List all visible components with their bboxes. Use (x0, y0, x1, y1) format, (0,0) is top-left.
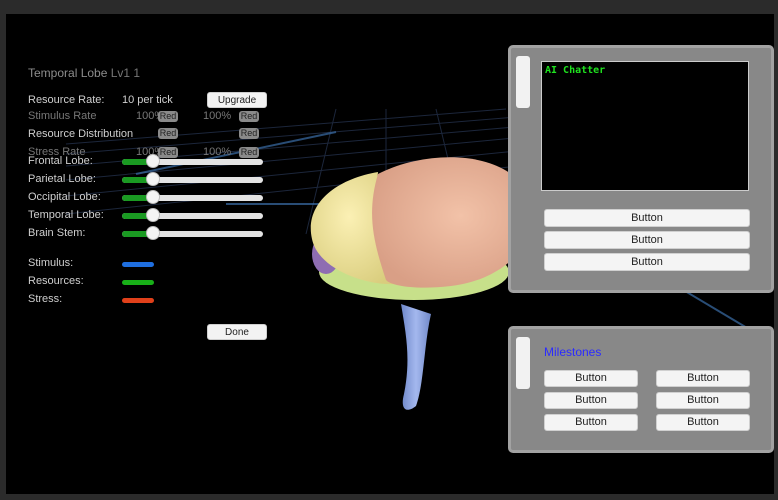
milestone-button[interactable]: Button (544, 392, 638, 409)
level-text: Lv1 1 (110, 66, 141, 80)
upgrade-button[interactable]: Upgrade (207, 92, 267, 108)
legend-label: Stress: (28, 293, 63, 305)
milestones-panel-handle[interactable] (516, 337, 530, 389)
chat-action-button[interactable]: Button (544, 231, 750, 249)
chat-log[interactable]: AI Chatter (541, 61, 749, 191)
chat-panel-handle[interactable] (516, 56, 530, 108)
legend-swatch (122, 280, 154, 285)
stress-rate-red-button-2[interactable]: Red (239, 147, 259, 158)
stress-rate-percent-2: 100% (203, 146, 232, 158)
resource-distribution-label: Resource Distribution (28, 128, 134, 140)
lobe-title: Temporal Lobe Lv1 1 (28, 66, 141, 80)
distribution-slider[interactable] (122, 154, 263, 168)
milestone-button[interactable]: Button (544, 414, 638, 431)
slider-knob[interactable] (146, 190, 161, 204)
distribution-slider[interactable] (122, 172, 263, 186)
distribution-red-button[interactable]: Red (158, 128, 178, 139)
chat-title: AI Chatter (545, 65, 606, 76)
legend-label: Resources: (28, 275, 84, 287)
game-viewport: Temporal Lobe Lv1 1 Resource Rate: 10 pe… (6, 14, 774, 494)
slider-label: Temporal Lobe: (28, 209, 104, 221)
distribution-slider[interactable] (122, 190, 263, 204)
resource-rate-label: Resource Rate: (28, 94, 105, 106)
legend-swatch (122, 262, 154, 267)
milestones-title: Milestones (544, 345, 602, 359)
chat-panel: AI Chatter Button Button Button (508, 45, 774, 293)
stimulus-rate-percent-2: 100% (203, 110, 232, 122)
milestone-button[interactable]: Button (656, 414, 750, 431)
distribution-slider[interactable] (122, 208, 263, 222)
slider-knob[interactable] (146, 154, 161, 168)
distribution-slider[interactable] (122, 226, 263, 240)
milestone-button[interactable]: Button (656, 370, 750, 387)
milestones-panel: Milestones Button Button Button Button Butto… (508, 326, 774, 453)
done-button[interactable]: Done (207, 324, 267, 340)
slider-label: Parietal Lobe: (28, 173, 96, 185)
slider-label: Frontal Lobe: (28, 155, 93, 167)
milestone-button[interactable]: Button (656, 392, 750, 409)
slider-label: Brain Stem: (28, 227, 86, 239)
slider-knob[interactable] (146, 172, 161, 186)
legend-swatch (122, 298, 154, 303)
distribution-red-button-2[interactable]: Red (239, 128, 259, 139)
stress-rate-red-button[interactable]: Red (158, 147, 178, 158)
chat-action-button[interactable]: Button (544, 209, 750, 227)
brain-stem (401, 304, 431, 410)
chat-action-button[interactable]: Button (544, 253, 750, 271)
milestone-button[interactable]: Button (544, 370, 638, 387)
slider-label: Occipital Lobe: (28, 191, 101, 203)
resource-rate-value: 10 per tick (122, 94, 173, 106)
stimulus-rate-red-button[interactable]: Red (158, 111, 178, 122)
stimulus-rate-ghost: Stimulus Rate (28, 110, 97, 122)
legend-label: Stimulus: (28, 257, 74, 269)
slider-knob[interactable] (146, 226, 161, 240)
stimulus-rate-red-button-2[interactable]: Red (239, 111, 259, 122)
slider-knob[interactable] (146, 208, 161, 222)
